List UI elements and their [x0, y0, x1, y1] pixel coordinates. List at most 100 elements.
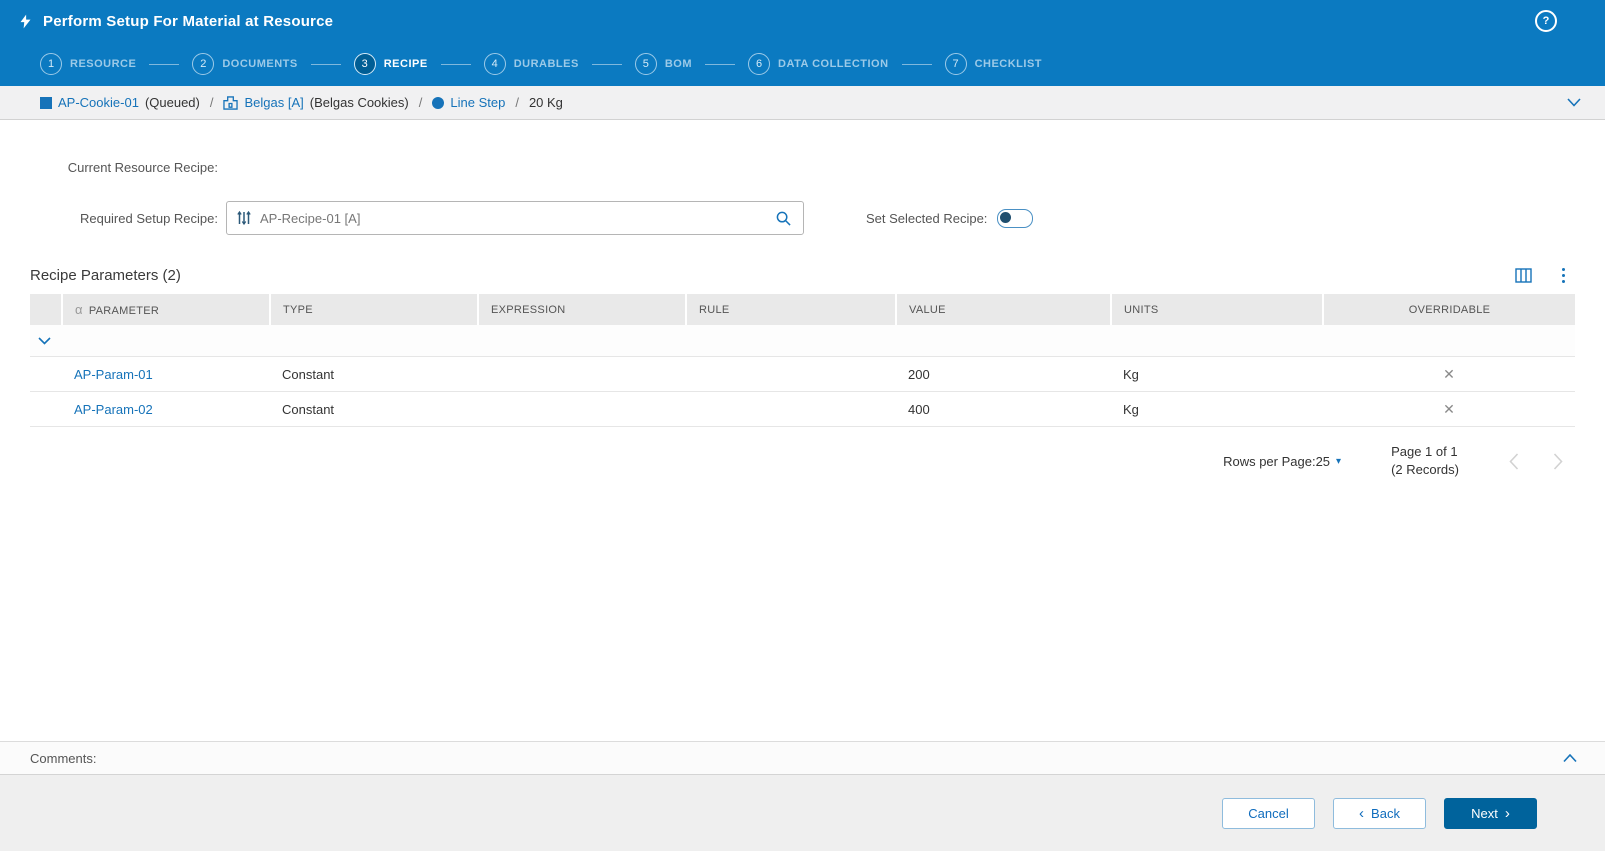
back-button[interactable]: ‹ Back	[1333, 797, 1426, 829]
column-header-units[interactable]: UNITS	[1111, 294, 1324, 325]
row-select-cell	[30, 391, 62, 427]
expression-cell	[478, 356, 686, 392]
type-cell: Constant	[270, 356, 478, 392]
column-header-rule[interactable]: RULE	[686, 294, 897, 325]
column-header-type[interactable]: TYPE	[270, 294, 479, 325]
cancel-button[interactable]: Cancel	[1222, 797, 1315, 829]
perform-setup-window: Perform Setup For Material at Resource ?…	[0, 0, 1605, 851]
required-recipe-label: Required Setup Recipe:	[79, 210, 218, 226]
step-circle: 3	[353, 53, 376, 75]
units-cell: Kg	[1111, 391, 1323, 427]
step-connector	[310, 63, 341, 65]
main-content: Current Resource Recipe: Required Setup …	[0, 120, 1605, 741]
set-selected-recipe-toggle[interactable]	[997, 208, 1034, 228]
column-header-label: UNITS	[1124, 303, 1159, 316]
recipe-parameters-title: Recipe Parameters (2)	[30, 267, 181, 284]
next-button[interactable]: Next ›	[1444, 797, 1537, 829]
value-cell: 400	[896, 391, 1111, 427]
quantity-value: 20 Kg	[528, 95, 563, 110]
page-count-text: Page 1 of 1	[1391, 444, 1458, 459]
group-row-body	[62, 325, 1575, 357]
column-header-expression[interactable]: EXPRESSION	[478, 294, 687, 325]
column-header-overridable[interactable]: OVERRIDABLE	[1323, 294, 1575, 325]
breadcrumb-separator: /	[209, 95, 214, 110]
grid-toolbar	[1514, 267, 1576, 284]
comments-label: Comments:	[30, 750, 97, 766]
step-checklist[interactable]: 7 CHECKLIST	[944, 53, 1042, 75]
breadcrumb-separator: /	[515, 95, 519, 110]
recipe-sliders-icon	[237, 210, 251, 226]
rows-per-page-value: 25	[1315, 453, 1331, 469]
back-button-label: Back	[1371, 805, 1400, 821]
material-icon	[40, 96, 52, 109]
column-header-label: EXPRESSION	[491, 303, 566, 316]
column-header-value[interactable]: VALUE	[896, 294, 1112, 325]
group-row	[30, 325, 1575, 357]
value-cell: 200	[896, 356, 1111, 392]
expression-cell	[478, 391, 686, 427]
row-select-cell	[30, 356, 62, 392]
breadcrumb-expand-chevron-icon[interactable]	[1563, 94, 1585, 111]
step-label: RECIPE	[383, 58, 428, 70]
current-recipe-label: Current Resource Recipe:	[67, 160, 218, 175]
step-circle: 5	[634, 53, 657, 75]
step-label: DURABLES	[513, 58, 579, 70]
group-collapse-chevron-icon[interactable]	[38, 336, 62, 345]
caret-down-icon: ▾	[1336, 455, 1342, 467]
breadcrumb-resource-link[interactable]: Belgas [A]	[244, 95, 303, 110]
step-resource[interactable]: 1 RESOURCE	[40, 53, 136, 75]
lightning-bolt-icon	[18, 13, 33, 30]
step-dot-icon	[432, 96, 445, 109]
resource-description: (Belgas Cookies)	[309, 95, 409, 110]
step-connector	[149, 63, 180, 65]
wizard-stepper: 1 RESOURCE 2 DOCUMENTS 3 RECIPE 4 DURABL…	[0, 42, 1605, 86]
chevron-right-icon: ›	[1504, 804, 1510, 822]
title-bar: Perform Setup For Material at Resource ?	[0, 0, 1605, 42]
parameter-link[interactable]: AP-Param-01	[74, 367, 153, 382]
chevron-left-icon: ‹	[1359, 804, 1365, 822]
step-label: DOCUMENTS	[222, 58, 298, 70]
step-circle: 6	[748, 53, 770, 75]
toggle-knob	[1000, 211, 1012, 223]
page-title: Perform Setup For Material at Resource	[43, 12, 334, 30]
breadcrumb-material-link[interactable]: AP-Cookie-01	[58, 95, 139, 110]
step-durables[interactable]: 4 DURABLES	[483, 53, 579, 75]
required-recipe-input[interactable]: AP-Recipe-01 [A]	[226, 201, 804, 235]
column-header-label: PARAMETER	[88, 305, 160, 317]
comments-collapse-chevron-icon[interactable]	[1559, 750, 1581, 767]
set-selected-recipe-label: Set Selected Recipe:	[866, 210, 988, 226]
page-info: Page 1 of 1 (2 Records)	[1391, 443, 1459, 479]
rows-per-page-label: Rows per Page:	[1223, 453, 1316, 469]
breadcrumb-step-link[interactable]: Line Step	[450, 95, 505, 110]
step-connector	[901, 63, 932, 65]
resource-icon	[223, 95, 239, 110]
step-circle: 4	[483, 53, 506, 75]
table-row[interactable]: AP-Param-02 Constant 400 Kg ✕	[30, 391, 1575, 427]
required-recipe-value: AP-Recipe-01 [A]	[260, 210, 361, 226]
column-header-parameter[interactable]: α PARAMETER	[62, 294, 271, 325]
help-icon[interactable]: ?	[1535, 10, 1557, 32]
previous-page-icon[interactable]	[1509, 453, 1519, 470]
table-row[interactable]: AP-Param-01 Constant 200 Kg ✕	[30, 356, 1575, 392]
breadcrumb: AP-Cookie-01 (Queued) / Belgas [A] (Belg…	[0, 86, 1605, 120]
table-header-row: α PARAMETER TYPE EXPRESSION RULE VALUE UN…	[30, 294, 1575, 325]
next-page-icon[interactable]	[1553, 453, 1563, 470]
search-icon[interactable]	[774, 209, 793, 228]
step-recipe[interactable]: 3 RECIPE	[353, 53, 428, 75]
parameter-link[interactable]: AP-Param-02	[74, 402, 153, 417]
step-circle: 2	[192, 53, 215, 75]
step-circle: 1	[40, 53, 62, 75]
step-label: BOM	[664, 58, 692, 70]
step-documents[interactable]: 2 DOCUMENTS	[192, 53, 297, 75]
step-data-collection[interactable]: 6 DATA COLLECTION	[748, 53, 889, 75]
units-cell: Kg	[1111, 356, 1323, 392]
more-options-icon[interactable]	[1560, 267, 1568, 284]
column-header-label: TYPE	[283, 303, 313, 316]
step-bom[interactable]: 5 BOM	[634, 53, 692, 75]
step-circle: 7	[944, 53, 967, 75]
column-chooser-icon[interactable]	[1514, 268, 1532, 283]
column-header-label: OVERRIDABLE	[1408, 303, 1491, 316]
rows-per-page-dropdown[interactable]: Rows per Page: 25 ▾	[1223, 454, 1341, 469]
step-connector	[440, 63, 471, 65]
cancel-button-label: Cancel	[1248, 805, 1289, 821]
